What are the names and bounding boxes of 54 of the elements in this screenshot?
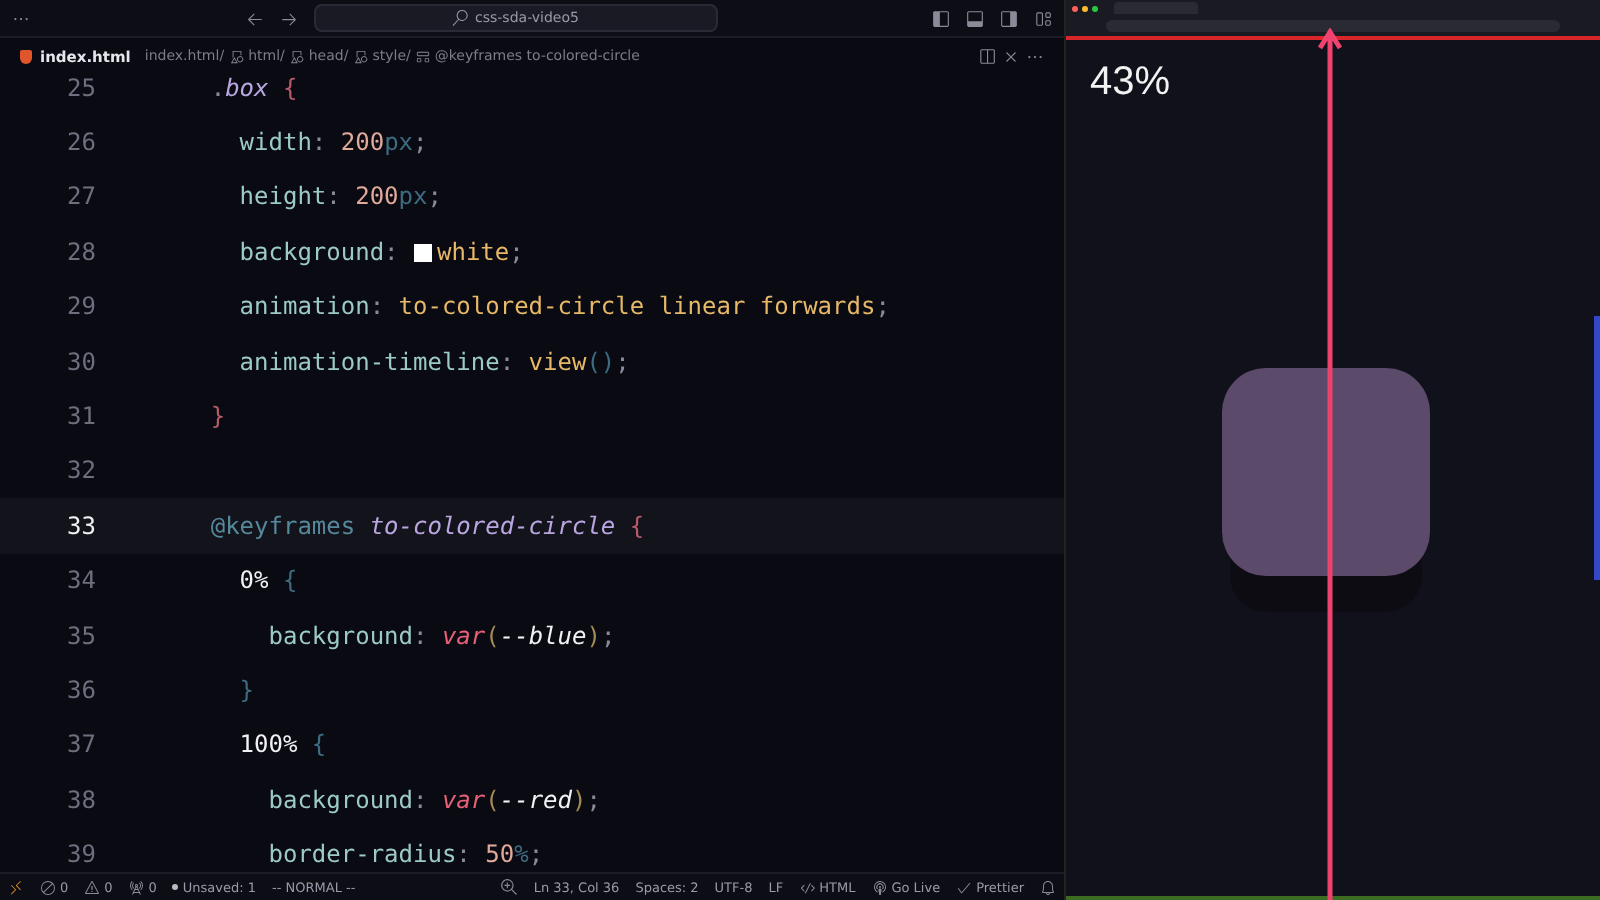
error-icon [40,879,56,895]
antenna-icon [128,879,145,895]
broadcast-icon [871,879,888,895]
cube-icon [290,49,305,63]
sidebar-right-icon[interactable] [1000,9,1018,27]
line-number: 32 [65,456,96,485]
split-icon[interactable] [978,47,996,65]
code-line: 0% { [237,566,298,595]
line-number: 28 [65,237,96,266]
search-icon [451,10,468,26]
braces-icon [799,879,816,895]
dot-icon [172,884,179,890]
code-line: 100% { [237,730,327,759]
line-number: 34 [65,566,96,595]
structure-icon [416,49,431,63]
code-line: background: white; [237,237,524,266]
line-number: 35 [65,621,96,650]
layout-icon[interactable] [1034,9,1052,27]
back-icon[interactable] [245,9,263,27]
line-number: 27 [65,182,96,211]
code-line: @keyframes to-colored-circle { [208,511,645,540]
line-number: 36 [65,675,96,704]
warning-icon [84,879,101,895]
code-line: border-radius: 50%; [266,840,544,869]
code-line: animation-timeline: view(); [237,347,630,376]
cube-icon [230,49,245,63]
line-number: 30 [65,347,96,376]
code-line: width: 200px; [237,128,428,157]
code-line: .box { [208,73,298,102]
cube-icon [354,49,369,63]
forward-icon[interactable] [279,9,297,27]
line-number: 26 [65,128,96,157]
html-file-icon [20,49,32,63]
line-number: 31 [65,402,96,431]
bell-icon[interactable] [1040,879,1056,895]
line-number: 37 [65,730,96,759]
sidebar-left-icon[interactable] [932,9,950,27]
code-line: animation: to-colored-circle linear forwards; [237,292,890,321]
line-number: 38 [65,785,96,814]
progress-percent: 43% [1090,60,1173,106]
code-line: } [208,402,226,431]
panel-icon[interactable] [966,9,984,27]
line-number: 25 [65,73,96,102]
line-number: 29 [65,292,96,321]
code-line: height: 200px; [237,182,442,211]
check-icon [956,879,973,895]
close-icon[interactable] [1002,47,1020,65]
code-line: background: var(--red); [266,785,601,814]
code-line: background: var(--blue); [266,621,616,650]
zoom-icon[interactable] [499,878,518,896]
code-line: } [237,675,255,704]
line-number: 33 [65,511,96,540]
line-number: 39 [65,840,96,869]
remote-icon[interactable] [8,879,24,895]
